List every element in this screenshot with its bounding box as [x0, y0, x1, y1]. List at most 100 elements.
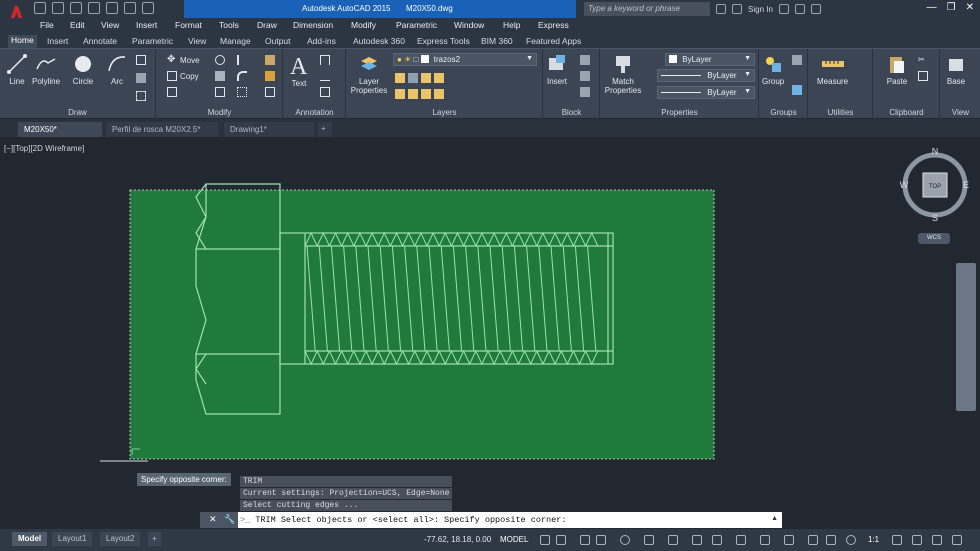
- rectangle-tool[interactable]: [136, 55, 146, 65]
- new-tab-button[interactable]: +: [318, 122, 332, 137]
- wcs-menu[interactable]: WCS: [918, 233, 950, 244]
- tab-add-ins[interactable]: Add-ins: [307, 36, 336, 46]
- menu-file[interactable]: File: [40, 20, 54, 30]
- tab-autodesk-360[interactable]: Autodesk 360: [353, 36, 405, 46]
- menu-view[interactable]: View: [101, 20, 119, 30]
- stretch-tool[interactable]: [167, 87, 177, 97]
- viewcube[interactable]: TOP N S E W: [898, 148, 972, 222]
- copy-tool[interactable]: Copy: [167, 71, 199, 81]
- polar-icon[interactable]: [596, 535, 606, 545]
- polyline-tool[interactable]: Polyline: [32, 53, 60, 86]
- navigation-bar[interactable]: [956, 263, 976, 411]
- menu-express[interactable]: Express: [538, 20, 569, 30]
- hatch-tool[interactable]: [136, 73, 146, 83]
- line-tool[interactable]: Line: [6, 53, 28, 86]
- clipboard-panel-title[interactable]: Clipboard: [874, 108, 939, 117]
- layers-panel-title[interactable]: Layers: [347, 108, 542, 117]
- menu-format[interactable]: Format: [175, 20, 202, 30]
- annotation-panel-title[interactable]: Annotation: [284, 108, 345, 117]
- linetype-dropdown[interactable]: ByLayer ▼: [657, 69, 755, 82]
- save-as-icon[interactable]: [88, 2, 100, 14]
- save-icon[interactable]: [70, 2, 82, 14]
- sign-in-link[interactable]: Sign In: [748, 5, 773, 14]
- new-icon[interactable]: [34, 2, 46, 14]
- clean-screen-icon[interactable]: [932, 535, 942, 545]
- group-edit-tool[interactable]: [792, 85, 802, 95]
- arc-tool[interactable]: Arc: [106, 53, 128, 86]
- layer-dropdown[interactable]: ● ☀ □ trazos2 ▼: [393, 53, 537, 66]
- caret-up-icon[interactable]: ▲: [771, 515, 778, 522]
- help-icon[interactable]: [810, 4, 821, 14]
- match-properties-tool[interactable]: Match Properties: [603, 53, 643, 95]
- viewport-controls-label[interactable]: [−][Top][2D Wireframe]: [4, 144, 84, 153]
- cart-icon[interactable]: [778, 4, 789, 14]
- move-tool[interactable]: ✥ Move: [167, 55, 200, 65]
- groups-panel-title[interactable]: Groups: [760, 108, 807, 117]
- tab-parametric[interactable]: Parametric: [132, 36, 173, 46]
- block-panel-title[interactable]: Block: [544, 108, 599, 117]
- ungroup-tool[interactable]: [792, 55, 802, 65]
- command-input[interactable]: >_ TRIM Select objects or <select all>: …: [240, 515, 566, 525]
- explode-tool[interactable]: [265, 71, 275, 81]
- color-dropdown[interactable]: ByLayer ▼: [665, 53, 755, 66]
- annotation-scale[interactable]: 1:1: [868, 535, 879, 544]
- attribute-tool[interactable]: [580, 87, 590, 97]
- search-input[interactable]: Type a keyword or phrase: [584, 2, 710, 16]
- grid-icon[interactable]: [540, 535, 550, 545]
- utilities-panel-title[interactable]: Utilities: [809, 108, 872, 117]
- text-tool[interactable]: A Text: [288, 53, 310, 88]
- create-block-tool[interactable]: [580, 55, 590, 65]
- hardware-acceleration-icon[interactable]: [912, 535, 922, 545]
- restore-icon[interactable]: ❐: [947, 2, 956, 13]
- close-icon[interactable]: ✕: [966, 2, 974, 13]
- layer-properties-tool[interactable]: Layer Properties: [349, 53, 389, 95]
- exchange-icon[interactable]: [794, 4, 805, 14]
- copy-clip-tool[interactable]: [918, 71, 928, 81]
- minimize-icon[interactable]: —: [927, 2, 937, 13]
- snap-icon[interactable]: [556, 535, 566, 545]
- tab-model[interactable]: Model: [12, 532, 48, 546]
- menu-parametric[interactable]: Parametric: [396, 20, 437, 30]
- array-tool[interactable]: [237, 87, 247, 97]
- transparency-icon[interactable]: [692, 535, 702, 545]
- tab-layout1[interactable]: Layout1: [52, 532, 93, 546]
- open-icon[interactable]: [52, 2, 64, 14]
- command-line[interactable]: ✕ 🔧 >_ TRIM Select objects or <select al…: [200, 512, 782, 528]
- menu-dimension[interactable]: Dimension: [293, 20, 333, 30]
- insert-block-tool[interactable]: Insert: [546, 53, 568, 86]
- drawing-viewport[interactable]: [−][Top][2D Wireframe] TOP N S E W WCS S…: [0, 137, 980, 529]
- tab-home[interactable]: Home: [8, 35, 37, 48]
- draw-panel-title[interactable]: Draw: [0, 108, 155, 117]
- tab-annotate[interactable]: Annotate: [83, 36, 117, 46]
- properties-panel-title[interactable]: Properties: [601, 108, 758, 117]
- tab-manage[interactable]: Manage: [220, 36, 251, 46]
- region-tool[interactable]: [136, 91, 146, 101]
- mirror-tool[interactable]: [215, 71, 225, 81]
- tab-express-tools[interactable]: Express Tools: [417, 36, 470, 46]
- binoculars-icon[interactable]: [716, 4, 726, 14]
- 3d-osnap-icon[interactable]: [736, 535, 746, 545]
- edit-block-tool[interactable]: [580, 71, 590, 81]
- table-tool[interactable]: [320, 87, 330, 97]
- menu-draw[interactable]: Draw: [257, 20, 277, 30]
- close-icon[interactable]: ✕: [209, 514, 217, 525]
- lineweight-icon[interactable]: [668, 535, 678, 545]
- coordinate-display[interactable]: -77.62, 18.18, 0.00: [424, 535, 491, 544]
- circle-tool[interactable]: Circle: [72, 53, 94, 86]
- menu-window[interactable]: Window: [454, 20, 484, 30]
- redo-icon[interactable]: [142, 2, 154, 14]
- paste-tool[interactable]: Paste: [886, 53, 908, 86]
- measure-tool[interactable]: Measure: [817, 53, 848, 86]
- workspace-gear-icon[interactable]: [846, 535, 856, 545]
- tab-layout2[interactable]: Layout2: [100, 532, 141, 546]
- selection-filter-icon[interactable]: [784, 535, 794, 545]
- tab-output[interactable]: Output: [265, 36, 291, 46]
- group-tool[interactable]: Group: [762, 53, 784, 86]
- view-panel-title[interactable]: View: [941, 108, 980, 117]
- layer-tools-row1[interactable]: [395, 73, 444, 83]
- lineweight-dropdown[interactable]: ByLayer ▼: [657, 86, 755, 99]
- customization-icon[interactable]: [952, 535, 962, 545]
- tab-featured-apps[interactable]: Featured Apps: [526, 36, 581, 46]
- menu-tools[interactable]: Tools: [219, 20, 239, 30]
- cut-tool[interactable]: ✂: [918, 55, 928, 65]
